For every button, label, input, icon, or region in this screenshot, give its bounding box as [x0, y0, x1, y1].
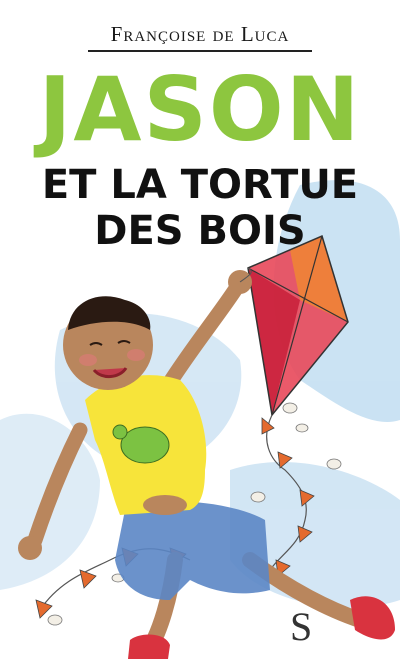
author-name: Françoise de Luca	[110, 22, 290, 46]
publisher-logo: S	[290, 604, 312, 649]
book-cover: S Françoise de Luca JASON ET LA TORTUE D…	[0, 0, 400, 659]
author-divider	[88, 50, 312, 52]
title-line-2: DES BOIS	[94, 208, 306, 254]
title-line-1: ET LA TORTUE	[41, 162, 359, 208]
title-main: JASON	[38, 58, 362, 161]
